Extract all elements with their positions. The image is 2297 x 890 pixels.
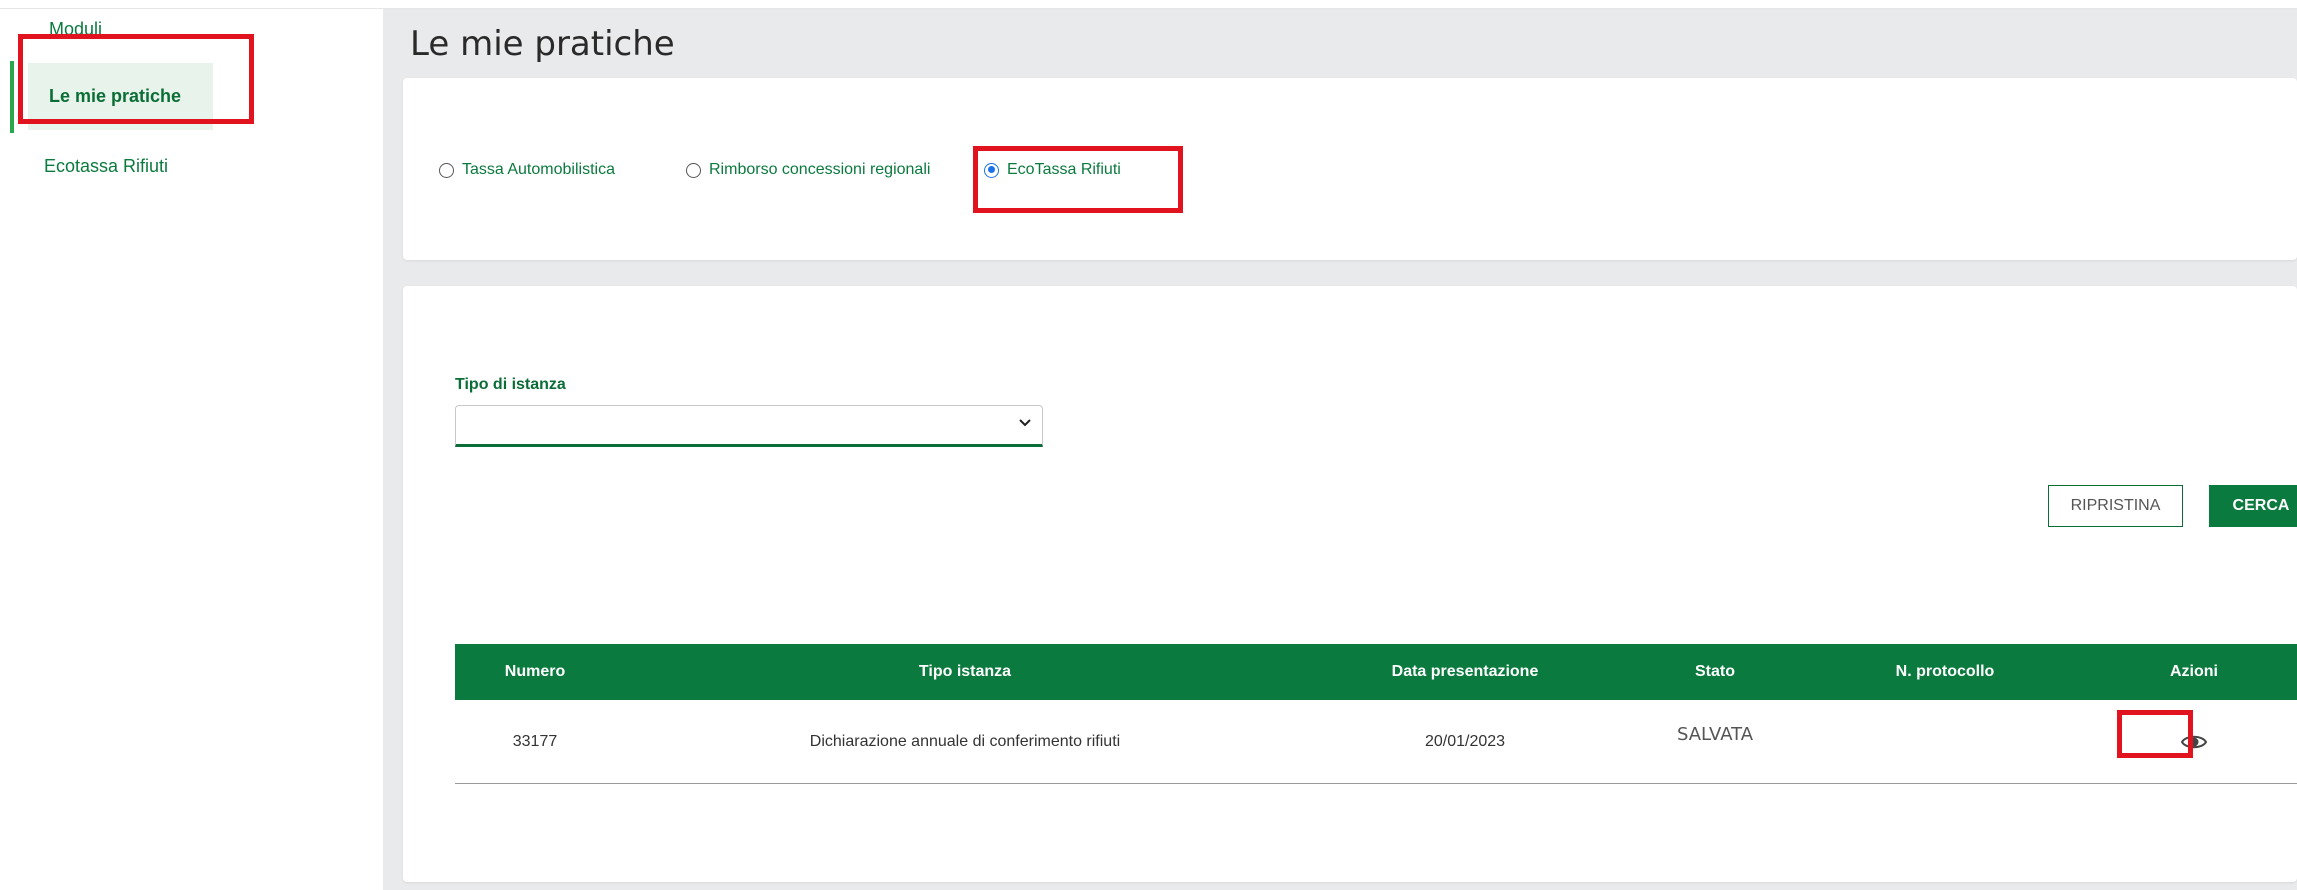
search-button[interactable]: CERCA bbox=[2209, 485, 2297, 527]
sidebar-item-ecotassa-rifiuti[interactable]: Ecotassa Rifiuti bbox=[44, 156, 168, 177]
chevron-down-icon bbox=[1018, 415, 1032, 434]
header-tipo-istanza: Tipo istanza bbox=[918, 663, 1012, 680]
header-numero: Numero bbox=[504, 663, 566, 680]
radio-tassa-automobilistica[interactable]: Tassa Automobilistica bbox=[439, 161, 615, 179]
main-content: Le mie pratiche Tassa Automobilistica Ri… bbox=[383, 9, 2297, 890]
search-card: Tipo di istanza RIPRISTINA CERCA Numero … bbox=[403, 286, 2297, 882]
cell-data-presentazione: 20/01/2023 bbox=[1424, 732, 1506, 750]
cell-numero: 33177 bbox=[512, 732, 558, 750]
active-indicator bbox=[10, 61, 14, 133]
radio-circle[interactable] bbox=[439, 162, 454, 178]
filter-card: Tassa Automobilistica Rimborso concessio… bbox=[403, 78, 2297, 260]
header-protocollo: N. protocollo bbox=[1895, 663, 1995, 680]
highlight-box-ecotassa bbox=[973, 146, 1183, 213]
cell-stato: SALVATA bbox=[1676, 724, 1754, 745]
highlight-box-sidebar bbox=[18, 34, 254, 124]
radio-label: Tassa Automobilistica bbox=[462, 161, 615, 178]
radio-circle[interactable] bbox=[686, 162, 701, 178]
reset-button[interactable]: RIPRISTINA bbox=[2048, 485, 2183, 527]
radio-rimborso-concessioni[interactable]: Rimborso concessioni regionali bbox=[686, 161, 930, 179]
header-stato: Stato bbox=[1695, 663, 1735, 680]
header-data-presentazione: Data presentazione bbox=[1391, 663, 1539, 680]
table-row: 33177 Dichiarazione annuale di conferime… bbox=[455, 700, 2297, 784]
header-azioni: Azioni bbox=[2170, 663, 2218, 680]
highlight-box-view bbox=[2117, 710, 2193, 758]
cell-protocollo bbox=[1815, 700, 2075, 783]
top-border bbox=[0, 0, 2297, 9]
tipo-istanza-label: Tipo di istanza bbox=[455, 376, 566, 393]
table-header: Numero Tipo istanza Data presentazione S… bbox=[455, 644, 2297, 700]
tipo-istanza-select[interactable] bbox=[455, 405, 1043, 447]
sidebar: Moduli Le mie pratiche Ecotassa Rifiuti bbox=[0, 9, 383, 890]
cell-tipo-istanza: Dichiarazione annuale di conferimento ri… bbox=[809, 732, 1121, 750]
results-table: Numero Tipo istanza Data presentazione S… bbox=[455, 644, 2297, 784]
page-title: Le mie pratiche bbox=[410, 24, 675, 64]
radio-label: Rimborso concessioni regionali bbox=[709, 161, 931, 178]
